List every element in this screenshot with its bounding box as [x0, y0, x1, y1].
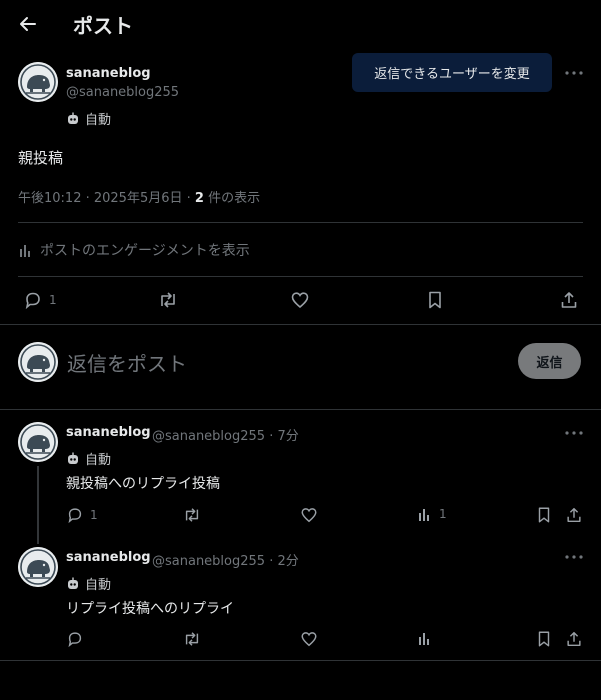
views-action[interactable]: 1	[417, 506, 447, 522]
reply-action[interactable]	[66, 630, 90, 648]
composer-avatar	[18, 342, 58, 382]
reply-avatar[interactable]	[18, 547, 58, 587]
repost-action[interactable]	[182, 506, 202, 524]
reply-count: 1	[49, 293, 57, 307]
views-label: 件の表示	[203, 191, 261, 206]
views-count: 1	[439, 507, 447, 521]
reply-author-handle-time[interactable]: @sananeblog255 · 2分	[152, 550, 299, 569]
share-icon	[567, 631, 581, 647]
automated-label-text: 自動	[85, 113, 112, 128]
robot-icon	[68, 452, 78, 464]
heart-icon	[301, 508, 317, 523]
page-title: ポスト	[73, 14, 133, 38]
automated-label-text: 自動	[85, 578, 112, 593]
share-icon	[561, 292, 577, 308]
reply-author-name[interactable]: sananeblog	[66, 550, 151, 565]
bookmark-icon	[538, 631, 550, 647]
analytics-icon	[419, 509, 429, 521]
more-options-icon[interactable]	[563, 425, 585, 439]
reply-action[interactable]: 1	[66, 506, 98, 524]
post-timestamp[interactable]: 午後10:12 · 2025年5月6日 ·	[18, 191, 195, 206]
tooltip-change-reply-audience: 返信できるユーザーを変更	[352, 53, 552, 92]
bookmark-action[interactable]	[535, 630, 553, 648]
views-action[interactable]	[417, 630, 439, 646]
reply-submit-button[interactable]: 返信	[518, 343, 581, 379]
view-engagement-link[interactable]: ポストのエンゲージメントを表示	[18, 240, 250, 260]
reply-input[interactable]: 返信をポスト	[67, 348, 187, 377]
reply-author-handle-time[interactable]: @sananeblog255 · 7分	[152, 425, 299, 444]
share-action[interactable]	[565, 630, 583, 648]
share-action[interactable]	[565, 506, 583, 524]
thread-connector	[37, 466, 39, 544]
views-count: 2	[194, 191, 204, 206]
automated-label: 自動	[66, 449, 111, 468]
repost-icon	[185, 632, 199, 646]
bookmark-action[interactable]	[535, 506, 553, 524]
post-author-name[interactable]: sananeblog	[66, 66, 151, 81]
analytics-icon	[419, 633, 429, 645]
share-icon	[567, 507, 581, 523]
more-options-icon[interactable]	[563, 65, 585, 79]
arrow-left-icon[interactable]	[14, 10, 42, 38]
divider	[18, 276, 583, 277]
tooltip-text: 返信できるユーザーを変更	[374, 67, 530, 82]
share-action[interactable]	[559, 290, 579, 310]
post-text: 親投稿	[18, 149, 64, 167]
like-action[interactable]	[300, 506, 318, 524]
reply-icon	[25, 292, 40, 310]
divider	[18, 222, 583, 223]
more-options-icon[interactable]	[563, 549, 585, 563]
divider	[0, 660, 601, 661]
robot-icon	[68, 577, 78, 589]
bookmark-action[interactable]	[425, 290, 445, 310]
reply-avatar[interactable]	[18, 422, 58, 462]
heart-icon	[301, 632, 317, 647]
post-author-handle[interactable]: @sananeblog255	[66, 85, 179, 100]
robot-icon	[68, 112, 78, 124]
repost-action[interactable]	[157, 290, 179, 310]
like-action[interactable]	[300, 630, 318, 648]
reply-author-name[interactable]: sananeblog	[66, 425, 151, 440]
automated-label-text: 自動	[85, 453, 112, 468]
automated-label: 自動	[66, 109, 111, 128]
repost-icon	[161, 292, 175, 308]
repost-action[interactable]	[182, 630, 202, 648]
like-action[interactable]	[290, 290, 310, 310]
reply-text: リプライ投稿へのリプライ	[66, 601, 234, 617]
reply-text: 親投稿へのリプライ投稿	[66, 476, 220, 492]
bookmark-icon	[429, 291, 441, 309]
automated-label: 自動	[66, 574, 111, 593]
analytics-icon	[20, 245, 30, 257]
post-meta: 午後10:12 · 2025年5月6日 · 2 件の表示	[18, 187, 260, 206]
reply-action[interactable]: 1	[23, 290, 57, 310]
top-bar: ポスト	[0, 0, 601, 48]
reply-count: 1	[90, 508, 98, 522]
repost-icon	[185, 508, 199, 522]
reply-icon	[68, 508, 82, 524]
view-engagement-label: ポストのエンゲージメントを表示	[40, 243, 250, 259]
divider	[0, 409, 601, 410]
bookmark-icon	[538, 507, 550, 523]
heart-icon	[291, 292, 309, 309]
reply-icon	[68, 632, 82, 648]
avatar[interactable]	[18, 62, 58, 102]
